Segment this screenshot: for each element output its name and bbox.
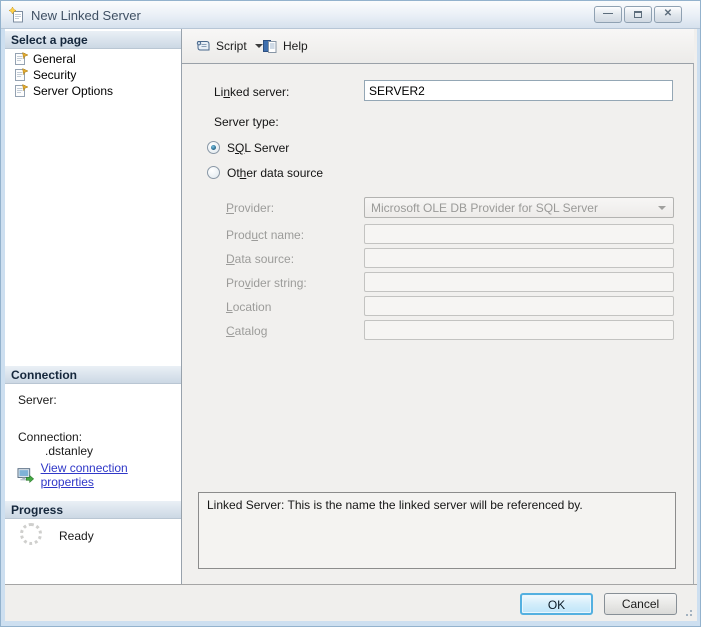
product-name-input[interactable]	[364, 224, 674, 244]
cancel-button[interactable]: Cancel	[604, 593, 677, 615]
sidebar-item-general[interactable]: General	[13, 51, 76, 67]
sidebar-item-label: General	[33, 52, 76, 66]
footer: OK Cancel	[5, 584, 697, 621]
view-connection-properties-link[interactable]: View connection properties	[41, 461, 181, 489]
provider-label: Provider:	[226, 201, 275, 215]
provider-string-input[interactable]	[364, 272, 674, 292]
provider-select-value: Microsoft OLE DB Provider for SQL Server	[371, 201, 598, 215]
location-input[interactable]	[364, 296, 674, 316]
connection-label: Connection:	[18, 430, 83, 444]
server-type-label: Server type:	[214, 115, 279, 129]
progress-spinner-icon	[20, 523, 42, 545]
minimize-button[interactable]: —	[594, 6, 622, 23]
help-text-box: Linked Server: This is the name the link…	[198, 492, 676, 569]
ok-button[interactable]: OK	[520, 593, 593, 615]
resize-grip[interactable]	[682, 606, 694, 618]
sidebar-item-label: Server Options	[33, 84, 114, 98]
progress-header: Progress	[5, 501, 181, 519]
close-button[interactable]: ✕	[654, 6, 682, 23]
radio-other-data-source-label: Other data source	[227, 166, 324, 180]
connection-header: Connection	[5, 366, 181, 384]
page-icon	[15, 52, 29, 65]
new-server-icon	[9, 7, 23, 23]
progress-status: Ready	[59, 529, 94, 543]
linked-server-input[interactable]	[364, 80, 673, 101]
connection-value: .dstanley	[45, 444, 94, 458]
script-button-label: Script	[216, 39, 247, 53]
maximize-icon	[634, 11, 642, 18]
toolbar: Script Help	[182, 29, 694, 63]
script-icon	[196, 40, 210, 51]
titlebar: New Linked Server — ✕	[1, 1, 700, 29]
help-text: Linked Server: This is the name the link…	[207, 498, 583, 512]
product-name-label: Product name:	[226, 228, 305, 242]
connection-properties-icon	[17, 467, 35, 483]
catalog-label: Catalog	[226, 324, 268, 338]
select-page-header: Select a page	[5, 31, 181, 49]
new-linked-server-dialog: New Linked Server — ✕ Select a page Gene…	[0, 0, 701, 627]
data-source-input[interactable]	[364, 248, 674, 268]
server-label: Server:	[18, 393, 57, 407]
linked-server-label: Linked server:	[214, 85, 290, 99]
help-button[interactable]: Help	[256, 34, 314, 58]
general-page-panel: Linked server: Server type: SQL Server O…	[182, 63, 694, 584]
provider-select[interactable]: Microsoft OLE DB Provider for SQL Server	[364, 197, 674, 218]
provider-string-label: Provider string:	[226, 276, 307, 290]
sidebar-item-label: Security	[33, 68, 77, 82]
maximize-button[interactable]	[624, 6, 652, 23]
data-source-label: Data source:	[226, 252, 295, 266]
page-icon	[15, 68, 29, 81]
catalog-input[interactable]	[364, 320, 674, 340]
window-title: New Linked Server	[31, 8, 141, 23]
sidebar-item-server-options[interactable]: Server Options	[13, 83, 113, 99]
sidebar: Select a page General Security Server Op…	[5, 29, 182, 584]
radio-other-data-source[interactable]	[207, 166, 220, 179]
radio-sql-server-label: SQL Server	[227, 141, 290, 155]
page-icon	[15, 84, 29, 97]
location-label: Location	[226, 300, 272, 314]
help-button-label: Help	[283, 39, 308, 53]
sidebar-item-security[interactable]: Security	[13, 67, 76, 83]
radio-sql-server[interactable]	[207, 141, 220, 154]
help-icon	[263, 40, 277, 53]
view-connection-properties[interactable]: View connection properties	[17, 461, 181, 489]
